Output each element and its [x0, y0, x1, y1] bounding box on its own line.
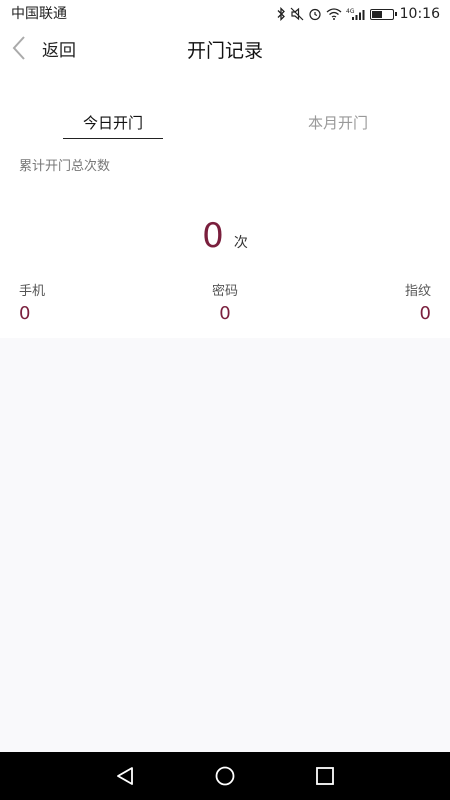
carrier-name: 中国联通 [11, 6, 67, 22]
battery-level [371, 10, 382, 18]
cellular-signal-icon: 4G [346, 8, 365, 20]
status-bar: 中国联通 4G 10:16 [0, 0, 450, 28]
stat-fingerprint-value: 0 [419, 303, 431, 324]
stat-password-value: 0 [219, 303, 231, 324]
stat-password-label: 密码 [211, 284, 238, 299]
nav-bar: 返回 开门记录 [0, 28, 450, 68]
open-method-stats: 手机 0 密码 0 指纹 0 [0, 283, 450, 331]
network-type-label: 4G [346, 8, 355, 15]
clock-time: 10:16 [399, 6, 440, 22]
stat-fingerprint: 指纹 0 [405, 283, 431, 327]
total-open-count: 0次 [0, 216, 450, 256]
battery-icon [369, 8, 397, 20]
stat-phone: 手机 0 [19, 283, 45, 327]
wifi-icon [326, 8, 342, 20]
recent-apps-square-icon[interactable] [314, 766, 336, 786]
back-triangle-icon[interactable] [114, 766, 136, 786]
records-list-area [0, 338, 450, 752]
cumulative-total-label: 累计开门总次数 [19, 159, 111, 174]
stat-phone-value: 0 [19, 303, 31, 324]
mute-icon [290, 7, 304, 21]
tab-today[interactable]: 今日开门 [63, 110, 163, 139]
system-nav-bar [0, 752, 450, 800]
stat-password: 密码 0 [200, 283, 250, 327]
page-title: 开门记录 [186, 40, 263, 62]
home-circle-icon[interactable] [214, 766, 236, 786]
stat-fingerprint-label: 指纹 [404, 284, 431, 299]
bluetooth-icon [277, 7, 285, 21]
alarm-icon [309, 8, 321, 21]
total-open-value: 0 [202, 216, 224, 256]
status-icons: 4G 10:16 [276, 5, 440, 23]
stat-phone-label: 手机 [19, 284, 46, 299]
total-open-unit: 次 [233, 235, 248, 251]
tab-this-month[interactable]: 本月开门 [288, 110, 388, 138]
record-tabs: 今日开门 本月开门 [0, 110, 450, 140]
